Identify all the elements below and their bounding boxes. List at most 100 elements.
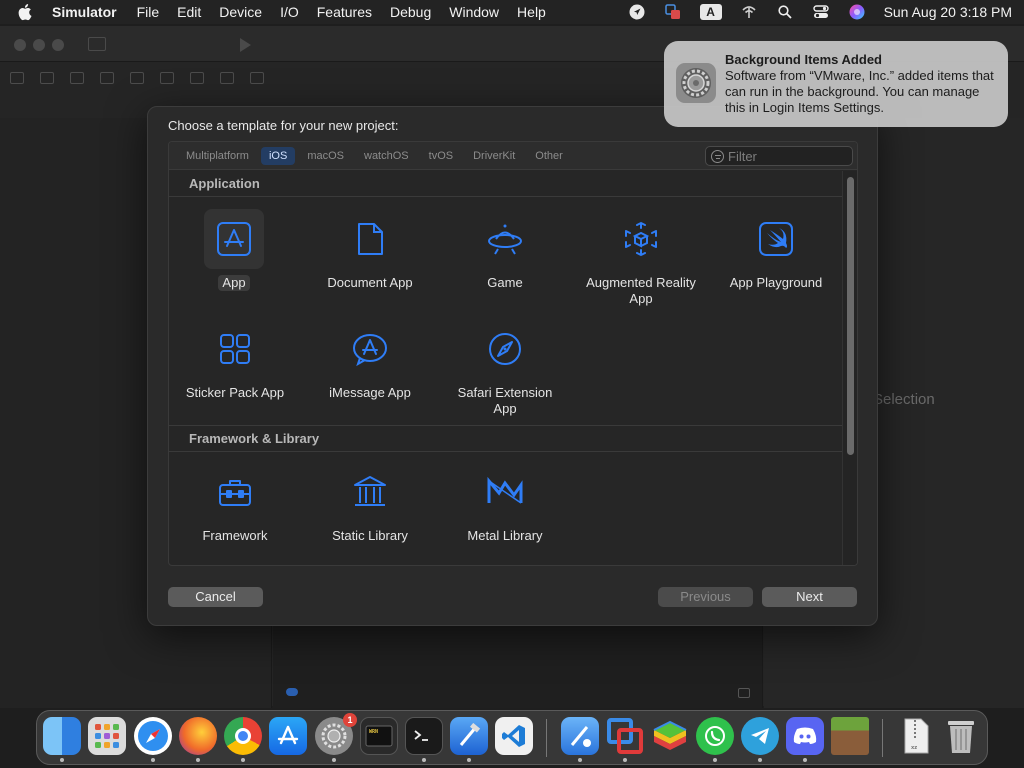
running-indicator bbox=[803, 758, 807, 762]
next-button[interactable]: Next bbox=[762, 587, 857, 607]
symbol-navigator-icon[interactable] bbox=[70, 72, 84, 84]
minimize-window-button[interactable] bbox=[33, 39, 45, 51]
template-augmented-reality-app[interactable]: Augmented Reality App bbox=[576, 209, 706, 307]
template-imessage-app[interactable]: iMessage App bbox=[305, 319, 435, 401]
screen-share-icon[interactable] bbox=[664, 4, 682, 20]
issue-navigator-icon[interactable] bbox=[130, 72, 144, 84]
running-indicator bbox=[332, 758, 336, 762]
trash-icon[interactable] bbox=[942, 717, 980, 755]
template-app-playground[interactable]: App Playground bbox=[711, 209, 841, 291]
library-columns-icon bbox=[340, 462, 400, 522]
report-navigator-icon[interactable] bbox=[250, 72, 264, 84]
menu-file[interactable]: File bbox=[137, 4, 160, 20]
input-source-indicator[interactable]: A bbox=[699, 4, 722, 20]
system-settings-icon[interactable]: 1 bbox=[315, 713, 357, 755]
running-indicator bbox=[578, 758, 582, 762]
tab-multiplatform[interactable]: Multiplatform bbox=[178, 147, 257, 165]
console-icon[interactable]: WRN bbox=[360, 717, 398, 755]
tab-tvos[interactable]: tvOS bbox=[421, 147, 461, 165]
running-indicator bbox=[241, 758, 245, 762]
template-safari-extension-app[interactable]: Safari Extension App bbox=[440, 319, 570, 417]
template-label: Framework bbox=[202, 528, 268, 543]
run-icon[interactable] bbox=[240, 38, 251, 52]
debug-navigator-icon[interactable] bbox=[190, 72, 204, 84]
source-control-icon[interactable] bbox=[40, 72, 54, 84]
svg-text:WRN: WRN bbox=[369, 729, 378, 735]
close-window-button[interactable] bbox=[14, 39, 26, 51]
wifi-icon[interactable] bbox=[740, 4, 758, 20]
previous-button[interactable]: Previous bbox=[658, 587, 753, 607]
menu-help[interactable]: Help bbox=[517, 4, 546, 20]
find-navigator-icon[interactable] bbox=[100, 72, 114, 84]
template-sticker-pack-app[interactable]: Sticker Pack App bbox=[170, 319, 300, 401]
bluestacks-icon[interactable] bbox=[651, 717, 689, 755]
template-document-app[interactable]: Document App bbox=[305, 209, 435, 291]
tab-ios[interactable]: iOS bbox=[260, 147, 296, 165]
template-scrollbar[interactable] bbox=[842, 171, 857, 565]
template-game[interactable]: Game bbox=[440, 209, 570, 291]
cancel-button[interactable]: Cancel bbox=[168, 587, 263, 607]
location-arrow-icon[interactable] bbox=[628, 4, 646, 20]
svg-text:xz: xz bbox=[911, 745, 917, 751]
template-metal-library[interactable]: Metal Library bbox=[440, 462, 570, 544]
filter-field[interactable]: Filter bbox=[705, 146, 853, 166]
apple-logo-icon[interactable] bbox=[18, 3, 34, 21]
template-label: Static Library bbox=[332, 528, 408, 543]
telegram-icon[interactable] bbox=[741, 717, 779, 755]
menu-features[interactable]: Features bbox=[317, 4, 372, 20]
running-indicator bbox=[467, 758, 471, 762]
minecraft-icon[interactable] bbox=[831, 717, 869, 755]
notification-body: Software from “VMware, Inc.” added items… bbox=[725, 68, 994, 115]
archive-file-icon[interactable]: xz bbox=[897, 717, 935, 755]
template-label: Document App bbox=[327, 275, 413, 290]
menu-debug[interactable]: Debug bbox=[390, 4, 431, 20]
inspector-no-selection-text: Selection bbox=[873, 391, 935, 408]
control-center-icon[interactable] bbox=[812, 4, 830, 20]
launchpad-icon[interactable] bbox=[88, 717, 126, 755]
discord-icon[interactable] bbox=[786, 717, 824, 755]
template-label: App Playground bbox=[729, 275, 823, 290]
spotlight-search-icon[interactable] bbox=[776, 4, 794, 20]
running-indicator bbox=[151, 758, 155, 762]
template-framework[interactable]: Framework bbox=[170, 462, 300, 544]
tab-driverkit[interactable]: DriverKit bbox=[465, 147, 523, 165]
firefox-icon[interactable] bbox=[179, 717, 217, 755]
xcode-icon[interactable] bbox=[450, 717, 488, 755]
template-app[interactable]: App bbox=[169, 209, 299, 291]
template-static-library[interactable]: Static Library bbox=[305, 462, 435, 544]
menubar-clock[interactable]: Sun Aug 20 3:18 PM bbox=[884, 4, 1012, 20]
metal-icon bbox=[475, 462, 535, 522]
vscode-icon[interactable] bbox=[495, 717, 533, 755]
menu-edit[interactable]: Edit bbox=[177, 4, 201, 20]
finder-icon[interactable] bbox=[43, 717, 81, 755]
tab-watchos[interactable]: watchOS bbox=[356, 147, 417, 165]
dock-separator bbox=[882, 719, 883, 757]
chrome-icon[interactable] bbox=[224, 717, 262, 755]
tab-macos[interactable]: macOS bbox=[299, 147, 352, 165]
app-store-icon[interactable] bbox=[269, 717, 307, 755]
whatsapp-icon[interactable] bbox=[696, 717, 734, 755]
test-navigator-icon[interactable] bbox=[160, 72, 174, 84]
breakpoint-navigator-icon[interactable] bbox=[220, 72, 234, 84]
menu-device[interactable]: Device bbox=[219, 4, 262, 20]
project-navigator-icon[interactable] bbox=[10, 72, 24, 84]
simulator-icon[interactable] bbox=[561, 717, 599, 755]
vmware-fusion-icon[interactable] bbox=[606, 717, 644, 755]
new-project-template-sheet: Choose a template for your new project: … bbox=[147, 106, 878, 626]
sidebar-toggle-icon[interactable] bbox=[88, 37, 106, 51]
debug-area-toggle-icon[interactable] bbox=[738, 688, 750, 698]
template-label: Sticker Pack App bbox=[185, 385, 285, 400]
scrollbar-thumb[interactable] bbox=[847, 177, 854, 455]
sticker-grid-icon bbox=[205, 319, 265, 379]
tab-other[interactable]: Other bbox=[527, 147, 571, 165]
safari-icon[interactable] bbox=[134, 717, 172, 755]
menu-app-name[interactable]: Simulator bbox=[52, 4, 117, 20]
background-items-notification[interactable]: Background Items Added Software from “VM… bbox=[664, 41, 1008, 127]
app-store-icon bbox=[204, 209, 264, 269]
menu-window[interactable]: Window bbox=[449, 4, 499, 20]
template-label: Metal Library bbox=[467, 528, 543, 543]
siri-icon[interactable] bbox=[848, 4, 866, 20]
terminal-icon[interactable] bbox=[405, 717, 443, 755]
menu-io[interactable]: I/O bbox=[280, 4, 299, 20]
zoom-window-button[interactable] bbox=[52, 39, 64, 51]
